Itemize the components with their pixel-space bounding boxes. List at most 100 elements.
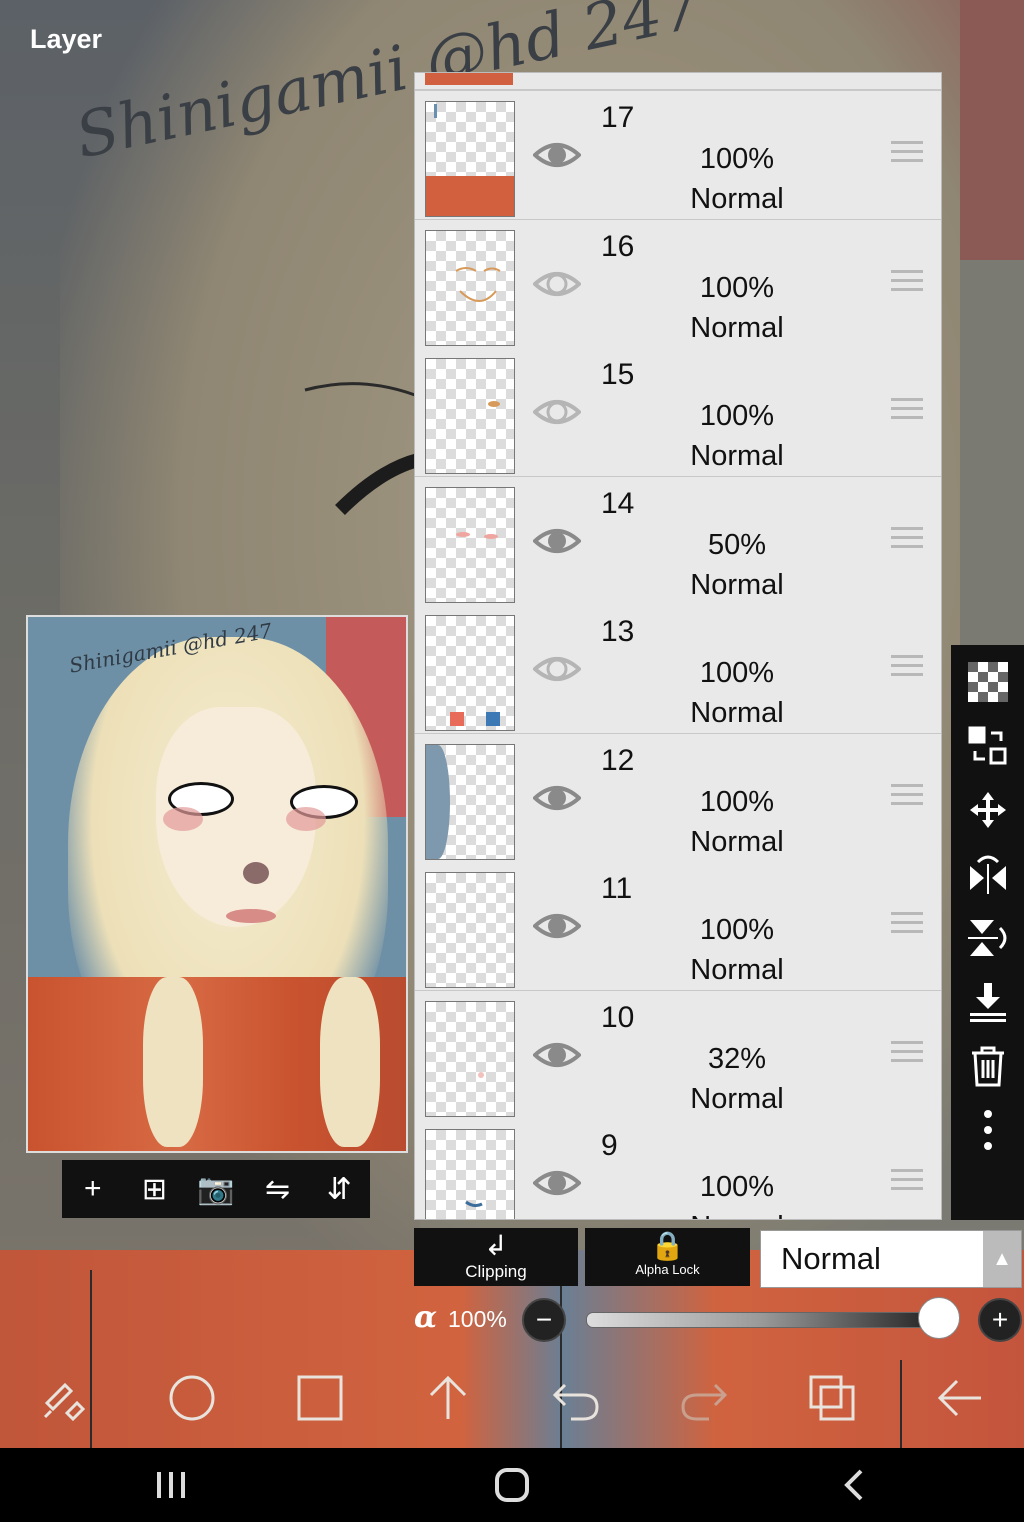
layer-blend-mode: Normal — [690, 311, 784, 344]
visibility-eye-icon[interactable] — [532, 774, 582, 822]
layer-row[interactable]: 16 100% Normal — [415, 219, 941, 350]
layer-thumbnail[interactable] — [425, 486, 515, 603]
preview-mouth — [226, 909, 276, 923]
layer-number: 11 — [601, 872, 633, 905]
layer-row[interactable]: 11 100% Normal — [415, 862, 941, 992]
layer-opacity: 50% — [707, 528, 767, 561]
ellipse-select-icon[interactable] — [162, 1368, 222, 1428]
visibility-eye-icon[interactable] — [532, 388, 582, 436]
camera-icon[interactable]: 📷 — [196, 1169, 236, 1209]
layer-thumbnail — [425, 73, 513, 85]
drag-handle-icon[interactable] — [891, 141, 923, 169]
flip-horizontal-icon[interactable] — [963, 847, 1013, 901]
arrow-up-icon[interactable] — [418, 1368, 478, 1428]
opacity-slider-thumb[interactable] — [918, 1297, 960, 1339]
visibility-eye-icon[interactable] — [532, 260, 582, 308]
visibility-eye-icon[interactable] — [532, 1159, 582, 1207]
opacity-value: 100% — [448, 1306, 507, 1332]
system-nav-bar — [0, 1448, 1024, 1522]
drag-handle-icon[interactable] — [891, 783, 923, 812]
flip-horizontal-icon[interactable]: ⇋ — [258, 1169, 298, 1209]
layer-row[interactable]: 14 50% Normal — [415, 476, 941, 607]
layer-list[interactable]: 17 100% Normal 16 100% Normal 15 100% Normal 14 50… — [414, 72, 942, 1220]
layer-blend-mode: Normal — [690, 440, 784, 472]
layer-thumbnail[interactable] — [425, 1129, 515, 1219]
layer-number: 14 — [601, 486, 635, 520]
alpha-symbol: α — [414, 1300, 438, 1335]
layers-icon[interactable] — [802, 1368, 862, 1428]
swap-layer-icon[interactable] — [963, 719, 1013, 773]
recent-apps-icon[interactable] — [141, 1455, 201, 1515]
redo-icon[interactable] — [674, 1368, 734, 1428]
drag-handle-icon[interactable] — [891, 526, 923, 555]
flip-vertical-icon[interactable]: ⇵ — [319, 1169, 359, 1209]
panel-title: Layer — [30, 24, 103, 54]
preview-nose — [243, 862, 269, 884]
drag-handle-icon[interactable] — [891, 912, 923, 940]
drag-handle-icon[interactable] — [891, 1169, 923, 1197]
move-icon[interactable] — [963, 783, 1013, 837]
canvas-eye-stroke — [304, 382, 420, 515]
layer-opacity: 100% — [699, 914, 775, 946]
layer-row[interactable]: 12 100% Normal — [415, 733, 941, 864]
preview-toolbar: + ⊞ 📷 ⇋ ⇵ — [62, 1160, 370, 1218]
merge-down-icon[interactable] — [963, 975, 1013, 1029]
clipping-button[interactable]: ↲ Clipping — [414, 1228, 578, 1286]
layer-opacity: 100% — [699, 785, 775, 818]
flip-vertical-icon[interactable] — [963, 911, 1013, 965]
layer-row[interactable]: 17 100% Normal — [415, 91, 941, 221]
layer-thumbnail[interactable] — [425, 358, 515, 474]
visibility-eye-icon[interactable] — [532, 131, 582, 179]
layer-opacity: 100% — [699, 400, 775, 432]
clipping-label: Clipping — [465, 1262, 527, 1281]
drag-handle-icon[interactable] — [891, 269, 923, 298]
blend-mode-select[interactable]: Normal ▲ — [760, 1230, 1022, 1288]
visibility-eye-icon[interactable] — [532, 902, 582, 950]
opacity-increase-button[interactable]: + — [978, 1298, 1022, 1342]
layer-row[interactable]: 9 100% Normal — [415, 1119, 941, 1219]
trash-icon[interactable] — [963, 1039, 1013, 1093]
layer-row-partial — [415, 73, 941, 91]
add-layer-icon[interactable]: ⊞ — [134, 1169, 174, 1209]
visibility-eye-icon[interactable] — [532, 517, 582, 565]
layer-number: 15 — [601, 358, 635, 391]
drag-handle-icon[interactable] — [891, 655, 923, 683]
layer-opacity: 100% — [699, 657, 775, 689]
add-icon[interactable]: + — [73, 1169, 113, 1209]
layer-thumbnail[interactable] — [425, 101, 515, 217]
canvas-toolbar — [0, 1352, 1024, 1444]
home-icon[interactable] — [482, 1455, 542, 1515]
transparency-icon[interactable] — [963, 655, 1013, 709]
rectangle-select-icon[interactable] — [290, 1368, 350, 1428]
visibility-eye-icon[interactable] — [532, 1031, 582, 1079]
layer-opacity: 100% — [699, 271, 775, 304]
layer-row[interactable]: 13 100% Normal — [415, 605, 941, 735]
drag-handle-icon[interactable] — [891, 398, 923, 426]
opacity-decrease-button[interactable]: − — [522, 1298, 566, 1342]
dropdown-arrow-icon[interactable]: ▲ — [983, 1231, 1021, 1287]
alpha-lock-label: Alpha Lock — [635, 1262, 700, 1277]
layer-thumbnail[interactable] — [425, 872, 515, 988]
preview-braid — [320, 977, 380, 1147]
preview-braid — [143, 977, 203, 1147]
layer-thumbnail[interactable] — [425, 1000, 515, 1117]
layer-number: 17 — [601, 101, 635, 134]
layer-row[interactable]: 10 32% Normal — [415, 990, 941, 1121]
layer-thumbnail[interactable] — [425, 229, 515, 346]
layer-thumbnail[interactable] — [425, 615, 515, 731]
opacity-slider[interactable] — [586, 1312, 938, 1328]
drag-handle-icon[interactable] — [891, 1040, 923, 1069]
layer-row[interactable]: 15 100% Normal — [415, 348, 941, 478]
brush-eraser-toggle-icon[interactable] — [34, 1368, 94, 1428]
layer-opacity: 100% — [699, 1171, 775, 1203]
more-options-icon[interactable] — [963, 1103, 1013, 1157]
back-arrow-icon[interactable] — [930, 1368, 990, 1428]
undo-icon[interactable] — [546, 1368, 606, 1428]
alpha-lock-button[interactable]: 🔒 Alpha Lock — [585, 1228, 750, 1286]
preview-blush — [286, 807, 326, 831]
canvas-preview[interactable]: Shinigamii @hd 247 — [26, 615, 408, 1153]
back-icon[interactable] — [823, 1455, 883, 1515]
layer-thumbnail[interactable] — [425, 743, 515, 860]
visibility-eye-icon[interactable] — [532, 645, 582, 693]
layer-number: 12 — [601, 743, 635, 777]
